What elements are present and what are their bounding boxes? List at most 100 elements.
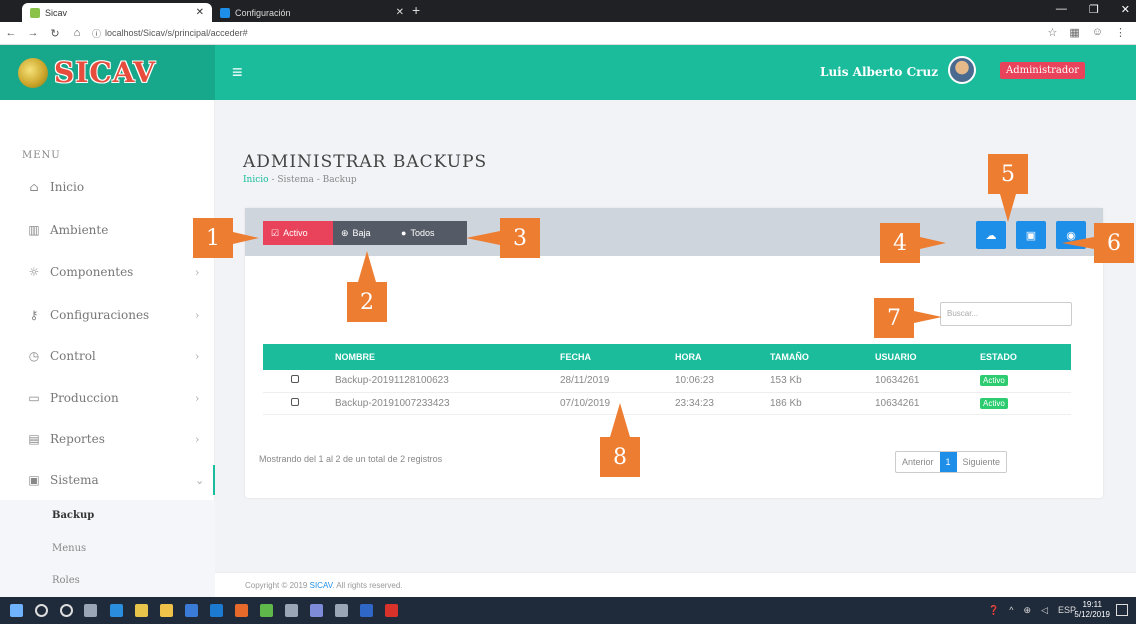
extension-icon[interactable]: ▦: [1069, 26, 1079, 39]
row-checkbox[interactable]: [291, 397, 299, 406]
row-checkbox[interactable]: [291, 375, 299, 384]
tab-sicav[interactable]: Sicav ✕: [22, 3, 212, 22]
sidebar-item-label: Configuraciones: [50, 308, 150, 322]
callout-1: 1: [193, 218, 233, 258]
app-icon[interactable]: [235, 604, 248, 617]
pagination: Anterior 1 Siguiente: [895, 451, 1008, 473]
help-icon[interactable]: ❓: [988, 605, 999, 616]
gear-icon[interactable]: [335, 604, 348, 617]
chevron-up-icon[interactable]: ^: [1009, 605, 1013, 616]
search-icon[interactable]: [35, 604, 48, 617]
star-icon[interactable]: ☆: [1047, 26, 1057, 39]
callout-arrow: [610, 403, 630, 437]
sidebar-item-componentes[interactable]: ☼ Componentes ›: [0, 257, 215, 287]
breadcrumb-home-link[interactable]: Inicio: [243, 175, 269, 185]
user-name[interactable]: Luis Alberto Cruz: [820, 65, 938, 79]
maximize-icon[interactable]: ❐: [1089, 3, 1099, 16]
avatar[interactable]: [948, 56, 976, 84]
window-icon: ▣: [28, 473, 40, 487]
gear-icon: ☼: [28, 265, 40, 279]
save-backup-button[interactable]: ▣: [1016, 221, 1046, 249]
sidebar-item-control[interactable]: ◷ Control ›: [0, 341, 215, 371]
pagination-next-button[interactable]: Siguiente: [957, 452, 1007, 472]
column-header-hora[interactable]: HORA: [665, 344, 760, 370]
volume-icon[interactable]: ◁: [1041, 605, 1048, 616]
close-icon[interactable]: ✕: [396, 7, 404, 18]
cell-usuario: 10634261: [865, 392, 970, 415]
language-indicator[interactable]: ESP: [1058, 605, 1076, 616]
column-header-tamano[interactable]: TAMAÑO: [760, 344, 865, 370]
filter-todos-button[interactable]: ● Todos: [393, 221, 467, 245]
hamburger-icon[interactable]: ≡: [232, 62, 243, 83]
minimize-icon[interactable]: —: [1056, 3, 1067, 16]
clock[interactable]: 19:11 5/12/2019: [1074, 600, 1110, 620]
backup-table: NOMBRE FECHA HORA TAMAÑO USUARIO ESTADO …: [263, 344, 1071, 415]
column-header-select: [263, 344, 325, 370]
gear-icon: [220, 7, 230, 18]
pagination-prev-button[interactable]: Anterior: [896, 452, 940, 472]
callout-3: 3: [500, 218, 540, 258]
forward-icon[interactable]: →: [22, 27, 44, 39]
windows-start-icon[interactable]: [10, 604, 23, 617]
app-icon[interactable]: [260, 604, 273, 617]
upload-backup-button[interactable]: ☁: [976, 221, 1006, 249]
sidebar-item-ambiente[interactable]: ▥ Ambiente: [0, 215, 215, 245]
folder-icon[interactable]: [160, 604, 173, 617]
sidebar-item-sistema[interactable]: ▣ Sistema ⌄: [0, 465, 215, 495]
back-icon[interactable]: ←: [0, 27, 22, 39]
submenu-item-menus[interactable]: Menus: [52, 543, 86, 554]
tab-configuracion[interactable]: Configuración ✕: [212, 3, 412, 22]
page-title: ADMINISTRAR BACKUPS: [243, 152, 488, 172]
filter-activo-button[interactable]: ☑ Activo: [263, 221, 333, 245]
sidebar-item-produccion[interactable]: ▭ Produccion ›: [0, 383, 215, 413]
cell-hora: 10:06:23: [665, 370, 760, 393]
pagination-page-button[interactable]: 1: [939, 452, 957, 472]
tab-label: Sicav: [45, 7, 68, 18]
table-header-row: NOMBRE FECHA HORA TAMAÑO USUARIO ESTADO: [263, 344, 1071, 370]
cortana-icon[interactable]: [60, 604, 73, 617]
sidebar-item-configuraciones[interactable]: ⚷ Configuraciones ›: [0, 300, 215, 330]
submenu-item-roles[interactable]: Roles: [52, 575, 80, 586]
url-field[interactable]: ⓘ localhost/Sicav/s/principal/acceder#: [92, 27, 248, 40]
app-icon[interactable]: [310, 604, 323, 617]
callout-arrow: [914, 311, 942, 323]
clock-date: 5/12/2019: [1074, 610, 1110, 619]
close-window-icon[interactable]: ✕: [1121, 3, 1130, 16]
task-view-icon[interactable]: [84, 604, 97, 617]
callout-arrow: [1000, 194, 1016, 222]
app-icon[interactable]: [285, 604, 298, 617]
plus-circle-icon: ⊕: [341, 227, 349, 238]
filter-baja-button[interactable]: ⊕ Baja: [333, 221, 393, 245]
cell-hora: 23:34:23: [665, 392, 760, 415]
footer-suffix: . All rights reserved.: [332, 581, 403, 590]
footer-brand-link[interactable]: SICAV: [310, 581, 333, 590]
chrome-icon[interactable]: [135, 604, 148, 617]
edge-icon[interactable]: [110, 604, 123, 617]
app-icon[interactable]: [360, 604, 373, 617]
menu-dots-icon[interactable]: ⋮: [1115, 26, 1126, 39]
submenu-item-backup[interactable]: Backup: [52, 510, 94, 521]
menu-heading: MENU: [22, 150, 61, 161]
home-browser-icon[interactable]: ⌂: [66, 27, 88, 39]
column-header-usuario[interactable]: USUARIO: [865, 344, 970, 370]
notifications-icon[interactable]: [1116, 604, 1128, 616]
table-row[interactable]: Backup-20191007233423 07/10/2019 23:34:2…: [263, 392, 1071, 415]
column-header-fecha[interactable]: FECHA: [550, 344, 665, 370]
reload-icon[interactable]: ↻: [44, 27, 66, 40]
new-tab-icon[interactable]: +: [412, 2, 420, 18]
pdf-icon[interactable]: [385, 604, 398, 617]
column-header-nombre[interactable]: NOMBRE: [325, 344, 550, 370]
table-row[interactable]: Backup-20191128100623 28/11/2019 10:06:2…: [263, 370, 1071, 393]
column-header-estado[interactable]: ESTADO: [970, 344, 1071, 370]
profile-icon[interactable]: ☺: [1092, 26, 1103, 39]
search-input[interactable]: Buscar...: [940, 302, 1072, 326]
app-icon[interactable]: [185, 604, 198, 617]
sidebar-item-reportes[interactable]: ▤ Reportes ›: [0, 424, 215, 454]
app-icon[interactable]: [210, 604, 223, 617]
network-icon[interactable]: ⊕: [1024, 605, 1032, 616]
close-icon[interactable]: ✕: [196, 7, 204, 18]
brand[interactable]: SICAV: [0, 45, 215, 100]
sidebar-item-label: Sistema: [50, 473, 99, 487]
chart-icon: ▤: [28, 432, 40, 446]
sidebar-item-inicio[interactable]: ⌂ Inicio: [0, 172, 215, 202]
